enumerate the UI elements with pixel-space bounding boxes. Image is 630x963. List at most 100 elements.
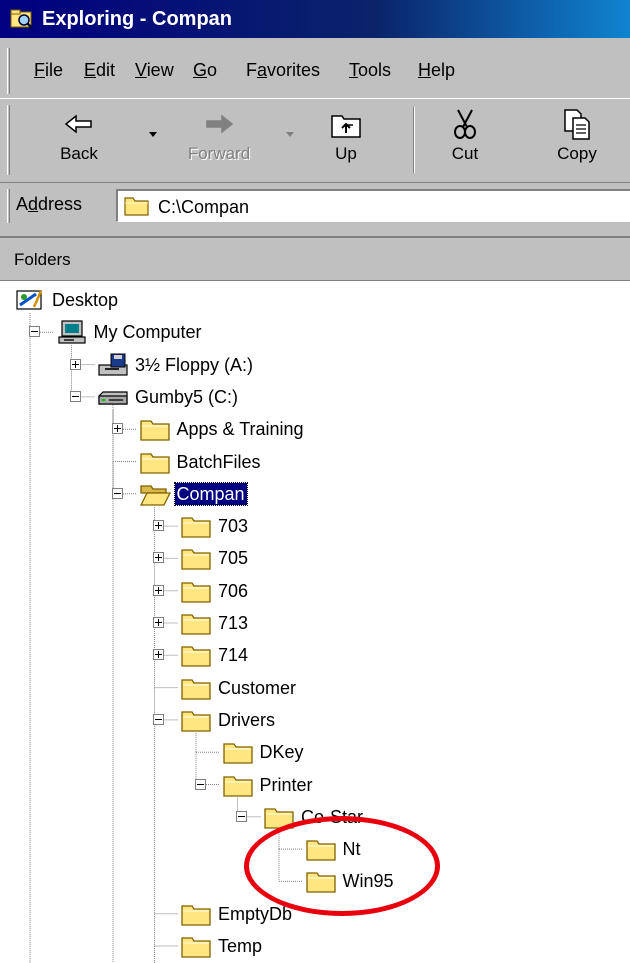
title-bar[interactable]: Exploring - Compan — [0, 0, 630, 38]
toolbar-grip[interactable] — [7, 105, 10, 175]
tree-item[interactable]: 714 — [0, 640, 630, 670]
tree-item[interactable]: Desktop — [0, 285, 630, 315]
tree-item-label: Co-Star — [301, 806, 364, 827]
tree-item-label: Temp — [218, 936, 263, 956]
explorer-window: Exploring - Compan File Edit View Go Fav… — [0, 0, 630, 963]
desktop-icon — [16, 290, 43, 310]
collapse-icon[interactable] — [28, 326, 40, 338]
up-label: Up — [335, 144, 357, 163]
tree-item[interactable]: Drivers — [0, 705, 630, 735]
tree-item[interactable]: Compan — [0, 479, 630, 509]
expand-icon[interactable] — [153, 552, 164, 564]
tree-item-label: 703 — [218, 516, 249, 537]
tree-item[interactable]: 706 — [0, 576, 630, 606]
address-value: C:\Compan — [158, 197, 250, 217]
menu-go[interactable]: Go — [193, 59, 217, 81]
tree-item[interactable]: My Computer — [0, 317, 630, 347]
menubar-grip[interactable] — [7, 48, 10, 94]
tree-item[interactable]: 3½ Floppy (A:) — [0, 350, 630, 380]
back-button[interactable]: Back — [42, 103, 116, 177]
folder-icon — [222, 775, 253, 797]
folder-icon — [181, 646, 211, 667]
forward-arrow-icon — [206, 114, 234, 134]
tree-item[interactable]: 703 — [0, 511, 630, 541]
forward-label: Forward — [187, 144, 251, 163]
tree-item[interactable]: Nt — [0, 834, 630, 864]
tree-item-label: My Computer — [93, 322, 202, 343]
tree-item[interactable]: 713 — [0, 608, 630, 638]
folder-icon — [181, 905, 211, 926]
back-arrow-icon — [64, 114, 92, 134]
tree-item[interactable]: EmptyDb — [0, 899, 630, 929]
tree-item[interactable]: BatchFiles — [0, 447, 630, 477]
addressbar-grip[interactable] — [7, 189, 10, 223]
menu-view[interactable]: View — [135, 59, 174, 81]
folders-pane-header: Folders — [0, 236, 630, 280]
folder-tree: Desktop My Computer 3½ Floppy (A:) Gumby5 (… — [0, 280, 630, 963]
folder-icon — [222, 743, 253, 764]
tree-item-label: 705 — [218, 548, 249, 569]
menu-tools[interactable]: Tools — [349, 59, 391, 81]
expand-icon[interactable] — [153, 584, 164, 596]
tree-item[interactable]: Customer — [0, 673, 630, 703]
tree-item-label: Desktop — [52, 290, 119, 310]
address-label: Address — [16, 194, 83, 214]
tree-item[interactable]: Printer — [0, 770, 630, 800]
cut-button[interactable]: Cut — [436, 103, 494, 177]
folder-icon — [139, 452, 170, 474]
tree-item-label: 3½ Floppy (A:) — [135, 354, 254, 375]
forward-dropdown-arrow-icon[interactable] — [285, 129, 295, 139]
tree-item-label: 706 — [218, 580, 249, 601]
menu-help[interactable]: Help — [418, 59, 455, 81]
back-label: Back — [60, 144, 98, 163]
folder-icon — [181, 678, 211, 700]
tree-item[interactable]: Gumby5 (C:) — [0, 382, 630, 412]
folder-icon — [181, 517, 211, 538]
folder-icon — [181, 582, 211, 603]
window-title: Exploring - Compan — [42, 8, 232, 30]
tree-item-label: Customer — [218, 677, 297, 698]
menu-file[interactable]: File — [34, 59, 63, 81]
toolbar-separator — [413, 107, 415, 173]
my-computer-icon — [57, 320, 86, 344]
expand-icon[interactable] — [111, 423, 123, 435]
tree-item-label: Apps & Training — [176, 419, 304, 440]
folder-icon — [181, 549, 211, 571]
expand-icon[interactable] — [153, 617, 164, 628]
expand-icon[interactable] — [153, 649, 164, 661]
tree-item-label: DKey — [259, 742, 304, 763]
up-button[interactable]: Up — [316, 103, 376, 177]
folder-icon — [139, 420, 170, 441]
collapse-icon[interactable] — [236, 810, 247, 822]
collapse-icon[interactable] — [111, 487, 123, 499]
menu-favorites[interactable]: Favorites — [246, 59, 320, 81]
expand-icon[interactable] — [153, 520, 164, 532]
tree-item-label: 713 — [218, 613, 249, 633]
tree-item[interactable]: DKey — [0, 737, 630, 767]
folders-pane-title: Folders — [14, 250, 71, 269]
folder-icon — [305, 840, 336, 861]
address-input[interactable]: C:\Compan — [116, 189, 630, 222]
collapse-icon[interactable] — [70, 390, 81, 402]
copy-button[interactable]: Copy — [544, 103, 610, 177]
forward-button[interactable]: Forward — [176, 103, 262, 177]
folder-icon — [305, 872, 336, 894]
tree-item[interactable]: Apps & Training — [0, 414, 630, 444]
back-dropdown-arrow-icon[interactable] — [148, 129, 158, 139]
tree-item-label: 714 — [218, 645, 249, 666]
menu-edit[interactable]: Edit — [84, 59, 115, 81]
collapse-icon[interactable] — [194, 778, 206, 790]
expand-icon[interactable] — [70, 358, 81, 370]
tree-item[interactable]: Co-Star — [0, 802, 630, 832]
tree-item-label: Win95 — [342, 871, 394, 892]
tree-item[interactable]: Win95 — [0, 866, 630, 896]
floppy-drive-icon — [98, 353, 128, 376]
collapse-icon[interactable] — [153, 713, 164, 725]
scissors-icon — [454, 109, 476, 139]
open-folder-icon — [139, 485, 171, 506]
tree-item-label: Nt — [342, 839, 361, 860]
tree-item[interactable]: 705 — [0, 543, 630, 573]
tree-item[interactable]: Temp — [0, 931, 630, 961]
copy-label: Copy — [557, 144, 597, 163]
tree-item-label: Compan — [173, 481, 248, 506]
